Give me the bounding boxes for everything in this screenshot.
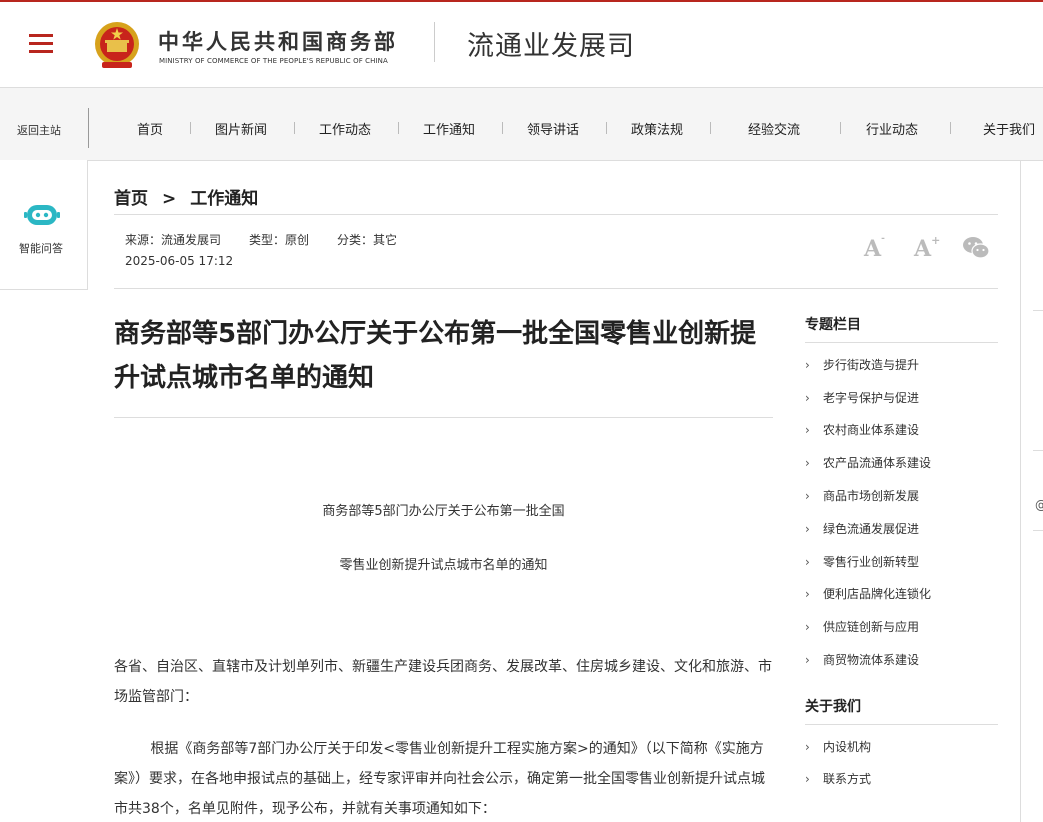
nav-item-home[interactable]: 首页: [137, 119, 163, 138]
ministry-name-cn[interactable]: 中华人民共和国商务部: [158, 26, 398, 56]
nav-item-leader-speeches[interactable]: 领导讲话: [527, 119, 579, 138]
national-emblem-icon: [95, 22, 139, 68]
chevron-right-icon: ›: [805, 772, 810, 786]
topic-label: 农产品流通体系建设: [823, 456, 932, 470]
chevron-right-icon: ›: [805, 620, 810, 634]
article-type: 类型：原创: [249, 233, 310, 247]
nav-separator: [710, 122, 711, 134]
topic-label: 老字号保护与促进: [823, 391, 920, 405]
panel-divider: [1033, 310, 1043, 311]
article-title: 商务部等5部门办公厅关于公布第一批全国零售业创新提升试点城市名单的通知: [114, 319, 757, 393]
breadcrumb-home[interactable]: 首页: [114, 189, 148, 209]
topic-link[interactable]: › 零售行业创新转型: [805, 553, 919, 570]
nav-item-work-notices[interactable]: 工作通知: [423, 119, 475, 138]
font-decrease-button[interactable]: A-: [864, 234, 885, 262]
article-source: 来源：流通发展司: [125, 233, 222, 247]
panel-divider: [1033, 450, 1043, 451]
topic-link[interactable]: › 老字号保护与促进: [805, 389, 919, 406]
nav-separator: [294, 122, 295, 134]
about-divider: [805, 724, 998, 725]
nav-item-about[interactable]: 关于我们: [983, 119, 1035, 138]
header-divider: [434, 22, 435, 62]
chevron-right-icon: ›: [805, 456, 810, 470]
font-plus-label: +: [931, 234, 941, 247]
topic-link[interactable]: › 步行街改造与提升: [805, 356, 919, 373]
topic-label: 绿色流通发展促进: [823, 522, 920, 536]
topic-link[interactable]: › 便利店品牌化连锁化: [805, 585, 931, 602]
chevron-right-icon: ›: [805, 522, 810, 536]
share-icon[interactable]: @: [1035, 498, 1043, 512]
topics-heading: 专题栏目: [805, 317, 861, 333]
topic-link[interactable]: › 供应链创新与应用: [805, 618, 919, 635]
robot-icon[interactable]: [24, 203, 60, 227]
article-paragraph-1: 各省、自治区、直辖市及计划单列市、新疆生产建设兵团商务、发展改革、住房城乡建设、…: [114, 659, 772, 705]
chevron-right-icon: ›: [805, 423, 810, 437]
document-heading-line-2: 零售业创新提升试点城市名单的通知: [339, 558, 548, 573]
nav-separator: [190, 122, 191, 134]
topic-label: 农村商业体系建设: [823, 423, 920, 437]
font-decrease-label: A: [864, 236, 882, 262]
ai-assistant-panel[interactable]: 智能问答: [0, 160, 88, 290]
menu-icon[interactable]: [29, 34, 53, 54]
nav-item-industry[interactable]: 行业动态: [866, 119, 918, 138]
topic-link[interactable]: › 商贸物流体系建设: [805, 651, 919, 668]
topic-label: 步行街改造与提升: [823, 358, 920, 372]
nav-separator: [606, 122, 607, 134]
breadcrumb-current[interactable]: 工作通知: [190, 189, 258, 209]
about-link[interactable]: › 联系方式: [805, 770, 871, 787]
font-increase-button[interactable]: A+: [914, 234, 941, 262]
chevron-right-icon: ›: [805, 587, 810, 601]
title-divider: [114, 417, 773, 418]
nav-separator: [502, 122, 503, 134]
chevron-right-icon: ›: [805, 555, 810, 569]
document-heading-line-1: 商务部等5部门办公厅关于公布第一批全国: [322, 504, 565, 519]
wechat-share-icon[interactable]: [962, 236, 990, 260]
nav-item-work-updates[interactable]: 工作动态: [319, 119, 371, 138]
topic-label: 商品市场创新发展: [823, 489, 920, 503]
font-increase-label: A: [914, 236, 932, 262]
chevron-right-icon: ›: [805, 489, 810, 503]
topic-link[interactable]: › 绿色流通发展促进: [805, 520, 919, 537]
right-float-panel: @: [1020, 160, 1043, 822]
article-paragraph-2: 根据《商务部等7部门办公厅关于印发<零售业创新提升工程实施方案>的通知》（以下简…: [114, 741, 765, 817]
topic-link[interactable]: › 农村商业体系建设: [805, 421, 919, 438]
topic-label: 供应链创新与应用: [823, 620, 920, 634]
breadcrumb-separator: >: [162, 189, 177, 209]
chevron-right-icon: ›: [805, 740, 810, 754]
breadcrumb: 首页 > 工作通知: [114, 184, 258, 209]
nav-separator: [398, 122, 399, 134]
article-category: 分类：其它: [337, 233, 398, 247]
nav-item-experience[interactable]: 经验交流: [748, 119, 800, 138]
panel-divider: [1033, 530, 1043, 531]
topic-label: 商贸物流体系建设: [823, 653, 920, 667]
nav-separator: [840, 122, 841, 134]
chevron-right-icon: ›: [805, 358, 810, 372]
breadcrumb-divider: [114, 214, 998, 215]
topic-link[interactable]: › 商品市场创新发展: [805, 487, 919, 504]
about-label: 联系方式: [823, 772, 872, 786]
topic-label: 便利店品牌化连锁化: [823, 587, 932, 601]
about-heading: 关于我们: [805, 699, 861, 715]
topic-label: 零售行业创新转型: [823, 555, 920, 569]
ministry-name-en: MINISTRY OF COMMERCE OF THE PEOPLE'S REP…: [159, 57, 388, 65]
chevron-right-icon: ›: [805, 391, 810, 405]
main-nav: 返回主站 首页 图片新闻 工作动态 工作通知 领导讲话 政策法规 经验交流 行业…: [0, 88, 1043, 161]
ai-assistant-label[interactable]: 智能问答: [19, 240, 63, 256]
topics-divider: [805, 342, 998, 343]
department-name[interactable]: 流通业发展司: [467, 24, 635, 63]
nav-separator: [950, 122, 951, 134]
meta-divider: [114, 288, 998, 289]
about-label: 内设机构: [823, 740, 872, 754]
back-home-link[interactable]: 返回主站: [17, 122, 61, 138]
article-date: 2025-06-05 17:12: [125, 254, 234, 268]
nav-item-policies[interactable]: 政策法规: [631, 119, 683, 138]
topic-link[interactable]: › 农产品流通体系建设: [805, 454, 931, 471]
nav-divider: [88, 108, 89, 148]
site-header: 中华人民共和国商务部 MINISTRY OF COMMERCE OF THE P…: [0, 2, 1043, 88]
chevron-right-icon: ›: [805, 653, 810, 667]
nav-item-photo-news[interactable]: 图片新闻: [215, 119, 267, 138]
about-link[interactable]: › 内设机构: [805, 738, 871, 755]
